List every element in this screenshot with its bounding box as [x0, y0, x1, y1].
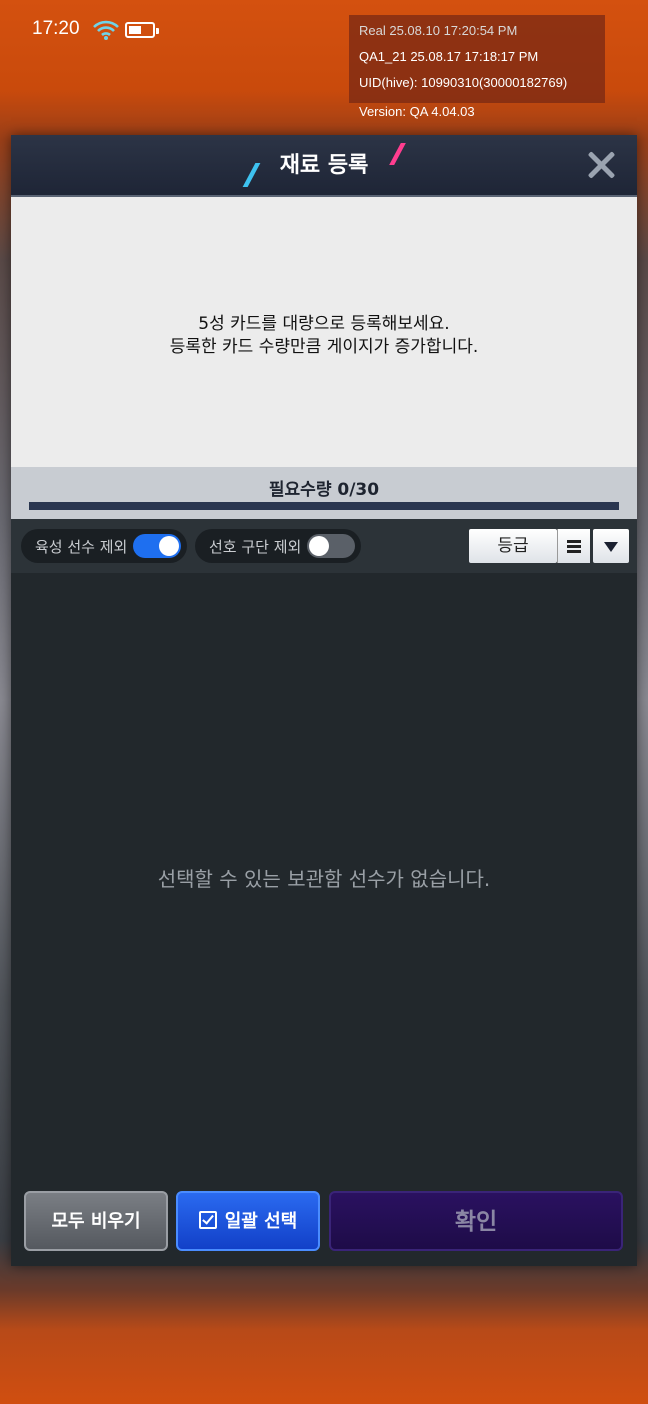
confirm-label: 확인: [454, 1209, 498, 1235]
battery-level: [129, 26, 141, 34]
required-quantity-bar: 필요수량 0/30: [11, 467, 637, 519]
switch-knob: [309, 536, 329, 556]
sort-grade-button[interactable]: 등급: [469, 529, 557, 563]
close-icon[interactable]: [583, 147, 619, 183]
dialog-title: 재료 등록: [279, 153, 369, 178]
player-list-area: 선택할 수 있는 보관함 선수가 없습니다.: [11, 573, 637, 1183]
wifi-icon: [93, 20, 119, 44]
exclude-training-label: 육성 선수 제외: [35, 538, 128, 556]
bulk-select-label: 일괄 선택: [224, 1211, 298, 1232]
debug-version: Version: QA 4.04.03: [359, 104, 475, 119]
dialog-header: 재료 등록: [11, 135, 637, 197]
bulk-select-button[interactable]: 일괄 선택: [176, 1191, 320, 1251]
exclude-training-toggle[interactable]: 육성 선수 제외: [21, 529, 187, 563]
info-panel: 5성 카드를 대량으로 등록해보세요. 등록한 카드 수량만큼 게이지가 증가합…: [11, 197, 637, 467]
clear-all-label: 모두 비우기: [51, 1211, 141, 1232]
clock: 17:20: [32, 18, 80, 39]
checkbox-icon: [198, 1211, 217, 1229]
confirm-button[interactable]: 확인: [329, 1191, 623, 1251]
description-line-2: 등록한 카드 수량만큼 게이지가 증가합니다.: [169, 337, 479, 357]
list-icon[interactable]: [557, 529, 590, 563]
exclude-training-switch[interactable]: [133, 534, 181, 558]
description: 5성 카드를 대량으로 등록해보세요. 등록한 카드 수량만큼 게이지가 증가합…: [11, 313, 637, 359]
switch-knob: [159, 536, 179, 556]
debug-real-time: Real 25.08.10 17:20:54 PM: [359, 23, 518, 38]
exclude-favorite-switch[interactable]: [307, 534, 355, 558]
description-line-1: 5성 카드를 대량으로 등록해보세요.: [198, 314, 450, 334]
required-quantity-label: 필요수량 0/30: [268, 480, 380, 500]
exclude-favorite-toggle[interactable]: 선호 구단 제외: [195, 529, 361, 563]
clear-all-button[interactable]: 모두 비우기: [24, 1191, 168, 1251]
battery-icon: [125, 22, 159, 38]
debug-overlay: Real 25.08.10 17:20:54 PM QA1_21 25.08.1…: [349, 15, 605, 103]
caret-down-icon[interactable]: [593, 529, 629, 563]
material-register-dialog: 재료 등록 5성 카드를 대량으로 등록해보세요. 등록한 카드 수량만큼 게이…: [11, 135, 637, 1266]
exclude-favorite-label: 선호 구단 제외: [209, 538, 302, 556]
filter-bar: 육성 선수 제외 선호 구단 제외 등급: [11, 519, 637, 573]
progress-gauge: [29, 502, 619, 510]
empty-message: 선택할 수 있는 보관함 선수가 없습니다.: [157, 867, 491, 891]
debug-uid: UID(hive): 10990310(30000182769): [359, 75, 568, 90]
debug-qa-time: QA1_21 25.08.17 17:18:17 PM: [359, 49, 539, 64]
